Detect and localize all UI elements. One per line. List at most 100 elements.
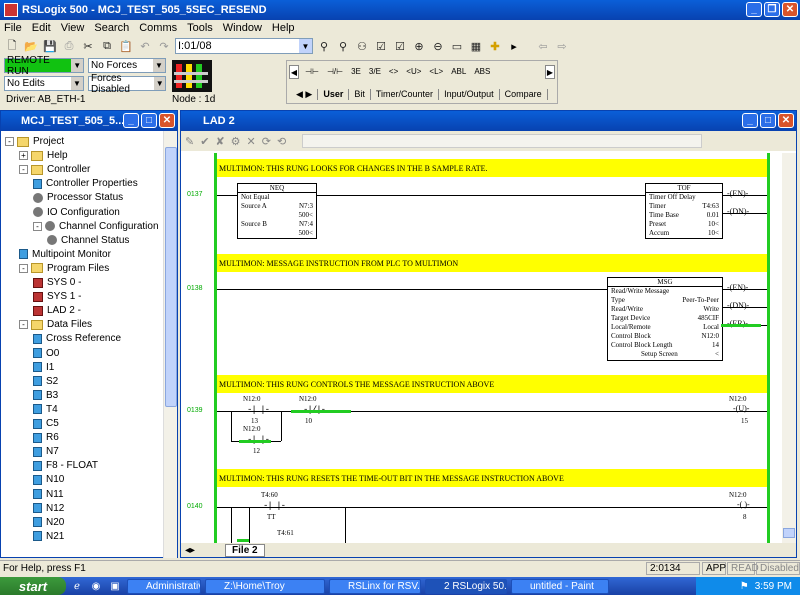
menu-comms[interactable]: Comms [139, 22, 177, 34]
collapse-icon[interactable]: - [19, 263, 28, 273]
chevron-down-icon[interactable]: ▼ [153, 59, 165, 72]
project-scrollbar[interactable] [163, 131, 177, 558]
file-tab[interactable]: File 2 [225, 543, 265, 557]
tree-item[interactable]: - Channel Configuration [33, 220, 159, 233]
menu-file[interactable]: File [4, 22, 22, 34]
close-button[interactable]: ✕ [782, 2, 798, 17]
edits-combo[interactable]: No Edits ▼ [4, 76, 84, 91]
chevron-down-icon[interactable]: ▼ [299, 39, 312, 53]
run-icon[interactable]: ▸ [506, 38, 522, 54]
collapse-icon[interactable]: - [19, 320, 28, 330]
inst-xio[interactable]: ⊣/⊢ [327, 67, 343, 76]
ladder-close-button[interactable]: ✕ [778, 113, 794, 128]
menu-window[interactable]: Window [223, 22, 262, 34]
inst-coil[interactable]: <> [389, 67, 398, 76]
tree-item[interactable]: N21 [33, 530, 64, 543]
tree-item[interactable]: IO Configuration [33, 206, 120, 219]
task-paint[interactable]: untitled - Paint [511, 578, 609, 594]
task-explorer[interactable]: Z:\Home\Troy [205, 578, 325, 594]
mode-combo[interactable]: REMOTE RUN ▼ [4, 55, 84, 77]
cancel-edits-icon[interactable]: ✘ [215, 135, 224, 148]
add-icon[interactable]: ✚ [487, 38, 503, 54]
verify-project-icon[interactable]: ☑ [392, 38, 408, 54]
project-close-button[interactable]: ✕ [159, 113, 175, 128]
tree-item[interactable]: F8 - FLOAT [33, 459, 98, 472]
test-icon[interactable]: ⟳ [262, 135, 271, 148]
ie-icon[interactable]: ℯ [69, 579, 85, 593]
menu-tools[interactable]: Tools [187, 22, 213, 34]
tray-icon[interactable]: ⚑ [740, 581, 749, 592]
window-icon[interactable]: ▭ [449, 38, 465, 54]
save-icon[interactable]: 💾 [42, 38, 58, 54]
msg-setup-label[interactable]: Setup Screen [641, 350, 678, 359]
tree-item[interactable]: O0 [33, 347, 59, 360]
tree-item[interactable]: LAD 2 - [33, 304, 81, 317]
tab-bit[interactable]: Bit [349, 89, 371, 100]
new-icon[interactable]: 🗋 [4, 38, 20, 54]
accept-edits-icon[interactable]: ✔ [200, 135, 209, 148]
untest-icon[interactable]: ⟲ [277, 135, 286, 148]
menu-help[interactable]: Help [272, 22, 295, 34]
find-icon[interactable]: ⚲ [316, 38, 332, 54]
tree-item[interactable]: - Data Files [19, 318, 92, 331]
tof-instruction[interactable]: TOF Timer Off Delay Timer T4:63 Time Base… [645, 183, 723, 239]
tree-item[interactable]: Controller Properties [33, 177, 138, 190]
collapse-icon[interactable]: - [5, 137, 14, 146]
task-rslogix[interactable]: 2 RSLogix 50... [425, 578, 507, 594]
task-rslinx[interactable]: RSLinx for RSV... [329, 578, 421, 594]
menu-view[interactable]: View [61, 22, 85, 34]
inst-latch[interactable]: <L> [429, 67, 443, 76]
tree-item[interactable]: - Program Files [19, 262, 109, 275]
delete-icon[interactable]: ✕ [247, 135, 256, 148]
tree-item[interactable]: - Controller [19, 163, 90, 176]
tree-item[interactable]: N12 [33, 502, 64, 515]
palette-right-button[interactable]: ▶ [545, 65, 555, 79]
forward-icon[interactable]: ⇨ [554, 38, 570, 54]
zoom-in-icon[interactable]: ⊕ [411, 38, 427, 54]
tree-item[interactable]: SYS 0 - [33, 276, 81, 289]
tree-item[interactable]: R6 [33, 431, 59, 444]
inst-unlatch[interactable]: <U> [406, 67, 421, 76]
tree-item[interactable]: Channel Status [47, 234, 129, 247]
binoculars-icon[interactable]: ⚇ [354, 38, 370, 54]
output-coil[interactable]: -( )- [737, 500, 750, 509]
zoom-out-icon[interactable]: ⊖ [430, 38, 446, 54]
unlatch-coil[interactable]: -(U)- [733, 404, 749, 413]
undo-icon[interactable]: ↶ [137, 38, 153, 54]
tree-item[interactable]: N20 [33, 516, 64, 529]
inst-abs[interactable]: ABS [474, 67, 490, 76]
chevron-down-icon[interactable]: ▼ [154, 77, 165, 90]
verify-icon[interactable]: ☑ [373, 38, 389, 54]
xic-contact[interactable]: -| |- [247, 405, 270, 415]
tree-item[interactable]: Processor Status [33, 191, 123, 204]
ladder-scrollbar[interactable] [782, 153, 796, 543]
print-icon[interactable]: ⎙ [61, 38, 77, 54]
palette-left-button[interactable]: ◀ [289, 65, 299, 79]
find-next-icon[interactable]: ⚲ [335, 38, 351, 54]
tree-item[interactable]: T4 [33, 403, 58, 416]
tree-item[interactable]: N10 [33, 473, 64, 486]
inst-abl[interactable]: ABL [451, 67, 466, 76]
tab-left-arrow[interactable]: ◀ ▶ [291, 89, 319, 100]
tree-item[interactable]: + Help [19, 149, 68, 162]
minimize-button[interactable]: _ [746, 2, 762, 17]
tree-item[interactable]: S2 [33, 375, 58, 388]
tree-item[interactable]: N7 [33, 445, 59, 458]
redo-icon[interactable]: ↷ [156, 38, 172, 54]
start-button[interactable]: start [0, 577, 66, 595]
collapse-icon[interactable]: - [19, 165, 28, 175]
collapse-icon[interactable]: - [33, 221, 42, 231]
tree-item[interactable]: SYS 1 - [33, 290, 81, 303]
inst-xic[interactable]: ⊣⊢ [305, 67, 319, 76]
edit-rung-icon[interactable]: ✎ [185, 135, 194, 148]
desktop-icon[interactable]: ▣ [107, 579, 123, 593]
rung-address-field[interactable] [302, 134, 703, 148]
chevron-down-icon[interactable]: ▼ [71, 59, 83, 72]
tree-item[interactable]: - Project [5, 135, 64, 148]
copy-icon[interactable]: ⧉ [99, 38, 115, 54]
open-icon[interactable]: 📂 [23, 38, 39, 54]
ladder-minimize-button[interactable]: _ [742, 113, 758, 128]
cut-icon[interactable]: ✂ [80, 38, 96, 54]
tree-item[interactable]: B3 [33, 389, 58, 402]
tab-timer-counter[interactable]: Timer/Counter [371, 89, 440, 100]
